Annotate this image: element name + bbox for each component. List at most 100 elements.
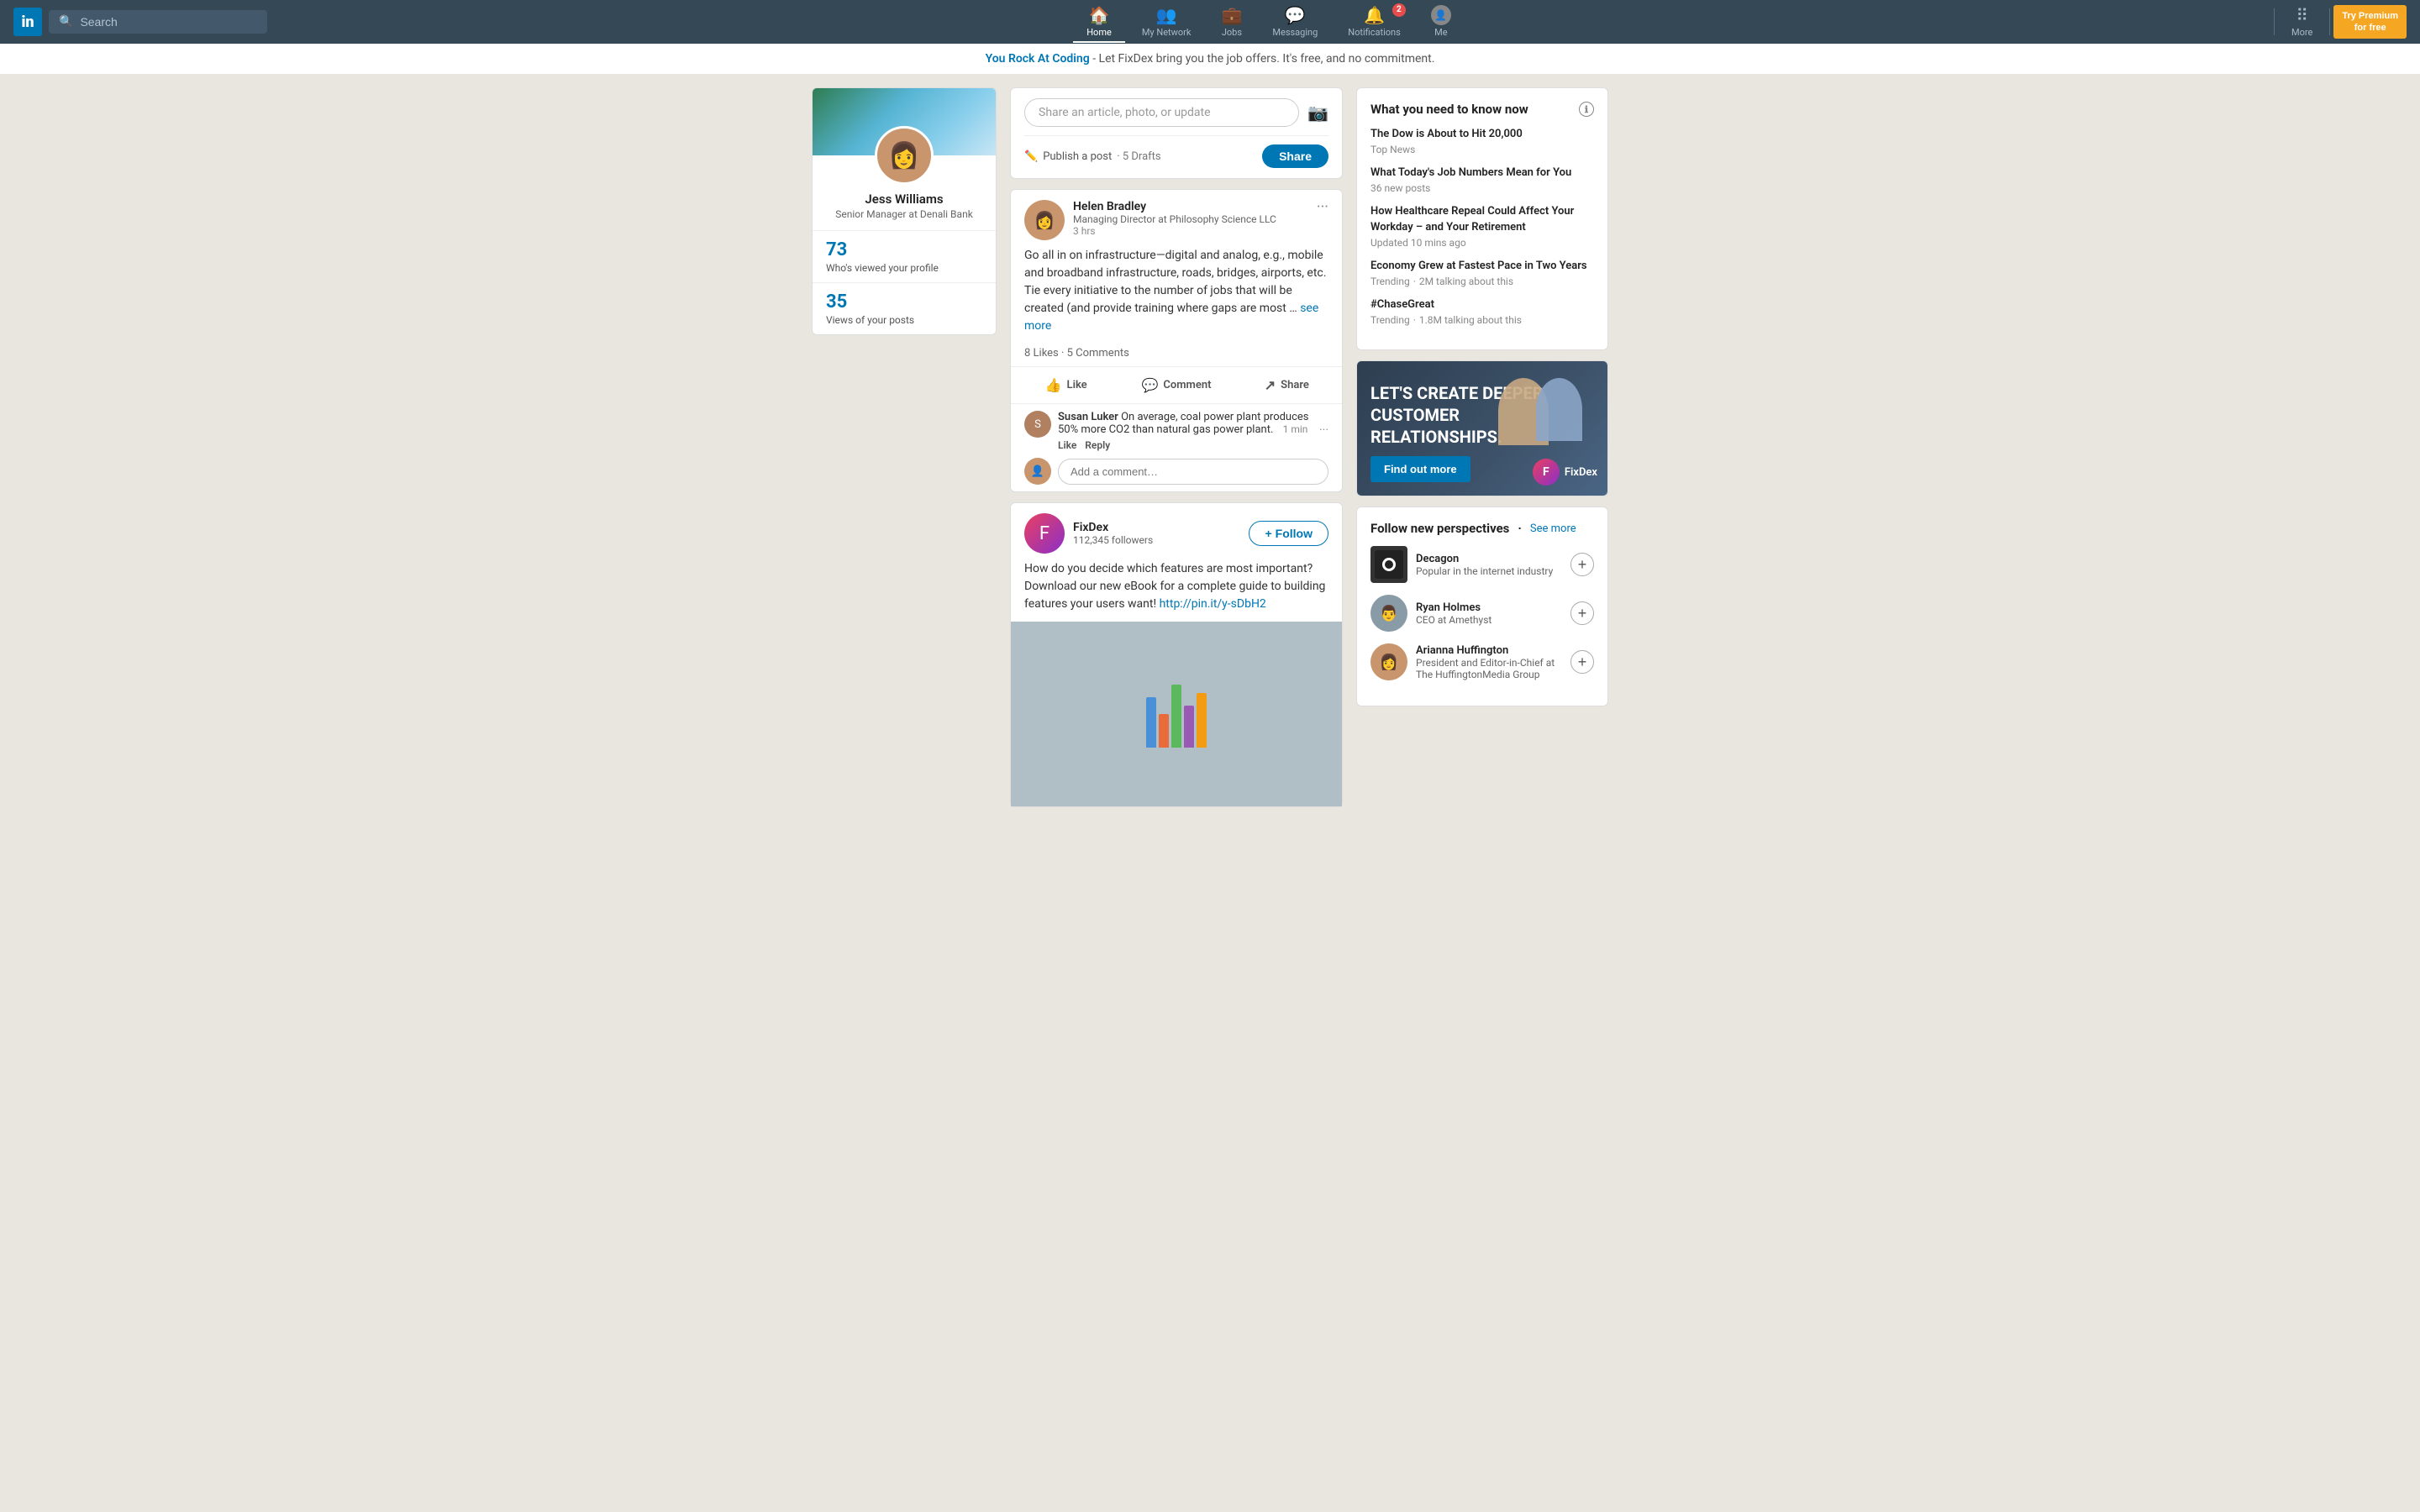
see-more-link[interactable]: See more [1530, 522, 1576, 535]
follow-label: Follow [1276, 527, 1313, 540]
nav-me[interactable]: 👤 Me [1418, 2, 1465, 43]
nav-more[interactable]: ⠿ More [2278, 2, 2326, 43]
share-button[interactable]: Share [1262, 144, 1328, 168]
news-item-2[interactable]: What Today's Job Numbers Mean for You 36… [1370, 165, 1594, 194]
news-item-3[interactable]: How Healthcare Repeal Could Affect Your … [1370, 204, 1594, 248]
like-icon: 👍 [1045, 377, 1062, 393]
share-input[interactable]: Share an article, photo, or update [1024, 98, 1299, 127]
comment-like-button[interactable]: Like [1058, 439, 1076, 451]
news-meta-5: Trending·1.8M talking about this [1370, 314, 1594, 326]
comment-time: 1 min [1283, 423, 1308, 435]
comment-label: Comment [1163, 379, 1211, 391]
search-input[interactable] [80, 15, 257, 29]
camera-icon[interactable]: 📷 [1307, 102, 1328, 123]
news-headline-1: The Dow is About to Hit 20,000 [1370, 127, 1594, 142]
post-card: 👩 Helen Bradley Managing Director at Phi… [1010, 189, 1343, 492]
news-item-4[interactable]: Economy Grew at Fastest Pace in Two Year… [1370, 259, 1594, 287]
like-button[interactable]: 👍 Like [1011, 370, 1121, 400]
pencil-icon: ✏️ [1024, 150, 1038, 163]
decagon-info: Decagon Popular in the internet industry [1416, 553, 1562, 577]
post-author-avatar[interactable]: 👩 [1024, 200, 1065, 240]
main-feed: Share an article, photo, or update 📷 ✏️ … [1010, 87, 1343, 807]
posts-num: 35 [826, 291, 982, 312]
comment-more-button[interactable]: ··· [1319, 423, 1328, 437]
nav-my-network[interactable]: 👥 My Network [1128, 2, 1205, 43]
sidebar-left: 👩 Jess Williams Senior Manager at Denali… [812, 87, 997, 807]
comment-author[interactable]: Susan Luker [1058, 411, 1118, 423]
share-post-button[interactable]: ↗ Share [1232, 370, 1342, 400]
news-item-5[interactable]: #ChaseGreat Trending·1.8M talking about … [1370, 297, 1594, 326]
profile-views-stat[interactable]: 73 Who's viewed your profile [813, 231, 996, 282]
linkedin-logo[interactable]: in [13, 8, 42, 36]
follow-button[interactable]: + Follow [1249, 521, 1328, 546]
arianna-name[interactable]: Arianna Huffington [1416, 644, 1562, 657]
follow-arianna-button[interactable]: + [1570, 650, 1594, 674]
nav-more-label: More [2291, 27, 2312, 38]
ad-card: LET'S CREATE DEEPER CUSTOMER RELATIONSHI… [1356, 360, 1608, 496]
fixdex-post-card: F FixDex 112,345 followers + Follow How … [1010, 502, 1343, 807]
news-meta-1: Top News [1370, 144, 1594, 155]
post-author-subtitle: Managing Director at Philosophy Science … [1073, 213, 1308, 225]
follow-ryan-button[interactable]: + [1570, 601, 1594, 625]
arianna-info: Arianna Huffington President and Editor-… [1416, 644, 1562, 680]
nav-jobs[interactable]: 💼 Jobs [1207, 2, 1255, 43]
nav-items: 🏠 Home 👥 My Network 💼 Jobs 💬 Messaging 🔔… [267, 2, 2270, 43]
ad-brand: F FixDex [1533, 459, 1597, 486]
news-headline-5: #ChaseGreat [1370, 297, 1594, 312]
fixdex-logo[interactable]: F [1024, 513, 1065, 554]
promo-bar: You Rock At Coding - Let FixDex bring yo… [0, 44, 2420, 74]
ad-cta-button[interactable]: Find out more [1370, 456, 1470, 482]
comment-body: Susan Luker On average, coal power plant… [1058, 411, 1328, 436]
fixdex-name[interactable]: FixDex [1073, 521, 1240, 534]
avatar[interactable]: 👩 [875, 126, 934, 185]
nav-divider [2274, 8, 2275, 35]
views-label: Who's viewed your profile [826, 262, 982, 274]
follow-person-1: Decagon Popular in the internet industry… [1370, 546, 1594, 583]
comment-reply-button[interactable]: Reply [1085, 439, 1110, 451]
nav-home[interactable]: 🏠 Home [1073, 2, 1125, 43]
search-bar[interactable]: 🔍 [49, 10, 267, 34]
news-meta-4: Trending·2M talking about this [1370, 276, 1594, 287]
decagon-name[interactable]: Decagon [1416, 553, 1562, 565]
post-more-button[interactable]: ··· [1317, 200, 1328, 215]
news-item-1[interactable]: The Dow is About to Hit 20,000 Top News [1370, 127, 1594, 155]
fixdex-post-body: How do you decide which features are mos… [1011, 560, 1342, 622]
home-icon: 🏠 [1089, 5, 1110, 25]
decagon-avatar [1370, 546, 1407, 583]
follow-card-title: Follow new perspectives · See more [1370, 521, 1594, 536]
comment-button[interactable]: 💬 Comment [1121, 370, 1231, 400]
add-comment-row: 👤 [1024, 458, 1328, 485]
profile-name[interactable]: Jess Williams [813, 192, 996, 208]
navbar: in 🔍 🏠 Home 👥 My Network 💼 Jobs 💬 Messag… [0, 0, 2420, 44]
news-meta-3: Updated 10 mins ago [1370, 237, 1594, 249]
ryan-holmes-avatar: 👨 [1370, 595, 1407, 632]
promo-text: - Let FixDex bring you the job offers. I… [1090, 52, 1435, 66]
post-meta: Helen Bradley Managing Director at Philo… [1073, 200, 1308, 237]
profile-title: Senior Manager at Denali Bank [813, 208, 996, 230]
follow-perspectives-card: Follow new perspectives · See more Decag… [1356, 507, 1608, 706]
nav-me-label: Me [1434, 27, 1447, 38]
follow-person-2: 👨 Ryan Holmes CEO at Amethyst + [1370, 595, 1594, 632]
ad-brand-logo: F [1533, 459, 1560, 486]
ryan-holmes-name[interactable]: Ryan Holmes [1416, 601, 1562, 614]
promo-highlight[interactable]: You Rock At Coding [986, 52, 1090, 66]
premium-button[interactable]: Try Premium for free [2333, 5, 2407, 39]
share-box: Share an article, photo, or update 📷 ✏️ … [1010, 87, 1343, 179]
share-top: Share an article, photo, or update 📷 [1024, 98, 1328, 127]
more-icon: ⠿ [2296, 5, 2308, 25]
fixdex-link[interactable]: http://pin.it/y-sDbH2 [1160, 597, 1266, 611]
news-info-icon[interactable]: ℹ [1579, 102, 1594, 117]
comment-input[interactable] [1058, 459, 1328, 485]
comment-avatar[interactable]: S [1024, 411, 1051, 438]
publish-post-button[interactable]: ✏️ Publish a post · 5 Drafts [1024, 150, 1161, 163]
post-actions: 👍 Like 💬 Comment ↗ Share [1011, 366, 1342, 403]
post-author-name[interactable]: Helen Bradley [1073, 200, 1308, 213]
nav-notifications-label: Notifications [1348, 27, 1401, 38]
comment-section: S Susan Luker On average, coal power pla… [1011, 403, 1342, 491]
profile-posts-stat[interactable]: 35 Views of your posts [813, 283, 996, 334]
nav-notifications[interactable]: 🔔 2 Notifications [1334, 2, 1414, 43]
post-text: Go all in on infrastructure—digital and … [1024, 249, 1326, 315]
follow-decagon-button[interactable]: + [1570, 553, 1594, 576]
comment-icon: 💬 [1141, 377, 1158, 393]
nav-messaging[interactable]: 💬 Messaging [1259, 2, 1331, 43]
